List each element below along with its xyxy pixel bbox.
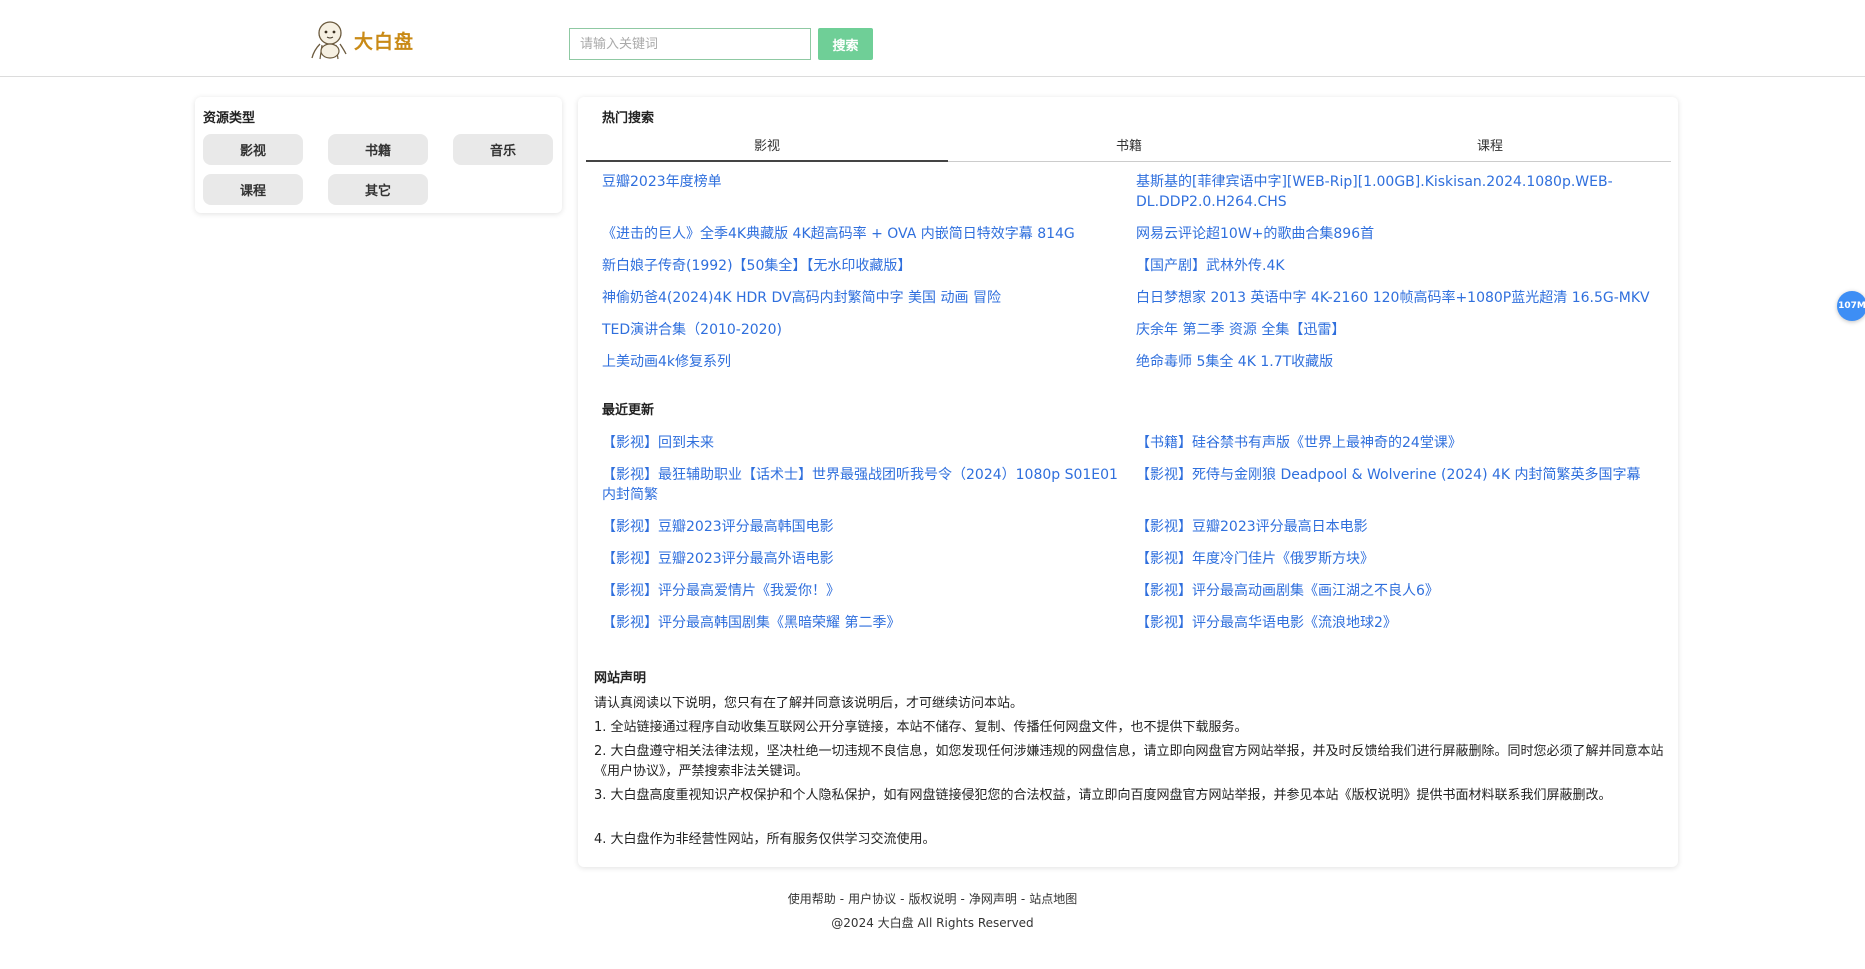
recent-link[interactable]: 【影视】最狂辅助职业【话术士】世界最强战团听我号令（2024）1080p S01…: [602, 465, 1122, 505]
footer-link-user-agreement[interactable]: 用户协议: [848, 892, 896, 906]
recent-link[interactable]: 【影视】评分最高华语电影《流浪地球2》: [1136, 613, 1666, 633]
search-input[interactable]: [569, 28, 811, 60]
footer-separator: -: [839, 892, 845, 906]
notice-line: 4. 大白盘作为非经营性网站，所有服务仅供学习交流使用。: [594, 832, 936, 847]
tab-courses[interactable]: 课程: [1309, 137, 1671, 162]
recent-link[interactable]: 【影视】豆瓣2023评分最高韩国电影: [602, 517, 1122, 537]
site-logo[interactable]: 大白盘: [306, 20, 414, 60]
tab-video[interactable]: 影视: [586, 137, 948, 162]
recent-link[interactable]: 【影视】回到未来: [602, 433, 1122, 453]
footer-separator: -: [900, 892, 905, 906]
search-button[interactable]: 搜索: [818, 28, 873, 60]
footer-separator: -: [1020, 892, 1026, 906]
hot-link[interactable]: 网易云评论超10W+的歌曲合集896首: [1136, 224, 1656, 244]
type-button-music[interactable]: 音乐: [453, 134, 553, 165]
type-button-books[interactable]: 书籍: [328, 134, 428, 165]
resource-type-panel: 资源类型 影视 书籍 音乐 课程 其它: [195, 97, 562, 213]
main-content-panel: 热门搜索 影视 书籍 课程 豆瓣2023年度榜单 《进击的巨人》全季4K典藏版 …: [578, 97, 1678, 867]
footer-copyright: @2024 大白盘 All Rights Reserved: [831, 916, 1034, 930]
hot-link[interactable]: 上美动画4k修复系列: [602, 352, 1102, 372]
footer-link-sitemap[interactable]: 站点地图: [1029, 892, 1077, 906]
recent-updates-title: 最近更新: [602, 403, 655, 418]
hot-search-tabs: 影视 书籍 课程: [586, 137, 1671, 162]
recent-link[interactable]: 【影视】豆瓣2023评分最高日本电影: [1136, 517, 1666, 537]
site-notice-title: 网站声明: [594, 671, 647, 686]
recent-link[interactable]: 【影视】评分最高动画剧集《画江湖之不良人6》: [1136, 581, 1666, 601]
recent-link[interactable]: 【影视】豆瓣2023评分最高外语电影: [602, 549, 1122, 569]
type-button-other[interactable]: 其它: [328, 174, 428, 205]
hot-link[interactable]: 豆瓣2023年度榜单: [602, 172, 1102, 192]
hot-link[interactable]: 《进击的巨人》全季4K典藏版 4K超高码率 + OVA 内嵌简日特效字幕 814…: [602, 224, 1122, 244]
footer-link-clean-web[interactable]: 净网声明: [969, 892, 1017, 906]
hot-search-title: 热门搜索: [602, 111, 655, 126]
hot-link[interactable]: 基斯基的[菲律宾语中字][WEB-Rip][1.00GB].Kiskisan.2…: [1136, 172, 1656, 212]
hot-link[interactable]: 神偷奶爸4(2024)4K HDR DV高码内封繁简中字 美国 动画 冒险: [602, 288, 1122, 308]
notice-line: 1. 全站链接通过程序自动收集互联网公开分享链接，本站不储存、复制、传播任何网盘…: [594, 720, 1248, 735]
type-button-video[interactable]: 影视: [203, 134, 303, 165]
footer-separator: -: [960, 892, 965, 906]
notice-line: 请认真阅读以下说明，您只有在了解并同意该说明后，才可继续访问本站。: [594, 696, 1024, 711]
notice-line: 3. 大白盘高度重视知识产权保护和个人隐私保护，如有网盘链接侵犯您的合法权益，请…: [594, 788, 1612, 803]
recent-link[interactable]: 【影视】评分最高爱情片《我爱你！》: [602, 581, 1122, 601]
recent-link[interactable]: 【影视】年度冷门佳片《俄罗斯方块》: [1136, 549, 1666, 569]
site-header: 大白盘 搜索: [0, 0, 1865, 77]
hot-link[interactable]: 绝命毒师 5集全 4K 1.7T收藏版: [1136, 352, 1656, 372]
hot-link[interactable]: 白日梦想家 2013 英语中字 4K-2160 120帧高码率+1080P蓝光超…: [1136, 288, 1666, 308]
tab-books[interactable]: 书籍: [948, 137, 1310, 162]
recent-link[interactable]: 【影视】评分最高韩国剧集《黑暗荣耀 第二季》: [602, 613, 1122, 633]
hot-link[interactable]: 【国产剧】武林外传.4K: [1136, 256, 1656, 276]
hot-link[interactable]: 庆余年 第二季 资源 全集【迅雷】: [1136, 320, 1656, 340]
hot-link[interactable]: TED演讲合集（2010-2020): [602, 320, 1102, 340]
footer-link-copyright[interactable]: 版权说明: [908, 892, 956, 906]
recent-link[interactable]: 【影视】死侍与金刚狼 Deadpool & Wolverine (2024) 4…: [1136, 465, 1666, 485]
site-name: 大白盘: [354, 30, 415, 53]
type-button-courses[interactable]: 课程: [203, 174, 303, 205]
notice-line: 2. 大白盘遵守相关法律法规，坚决杜绝一切违规不良信息，如您发现任何涉嫌违规的网…: [594, 744, 1664, 779]
footer-link-help[interactable]: 使用帮助: [788, 892, 836, 906]
memory-badge[interactable]: 107M: [1837, 291, 1865, 321]
resource-type-title: 资源类型: [203, 111, 256, 126]
logo-mascot-icon: [311, 21, 347, 60]
recent-link[interactable]: 【书籍】硅谷禁书有声版《世界上最神奇的24堂课》: [1136, 433, 1666, 453]
footer-links: 使用帮助 - 用户协议 - 版权说明 - 净网声明 - 站点地图: [0, 890, 1865, 907]
hot-link[interactable]: 新白娘子传奇(1992)【50集全】【无水印收藏版】: [602, 256, 1102, 276]
